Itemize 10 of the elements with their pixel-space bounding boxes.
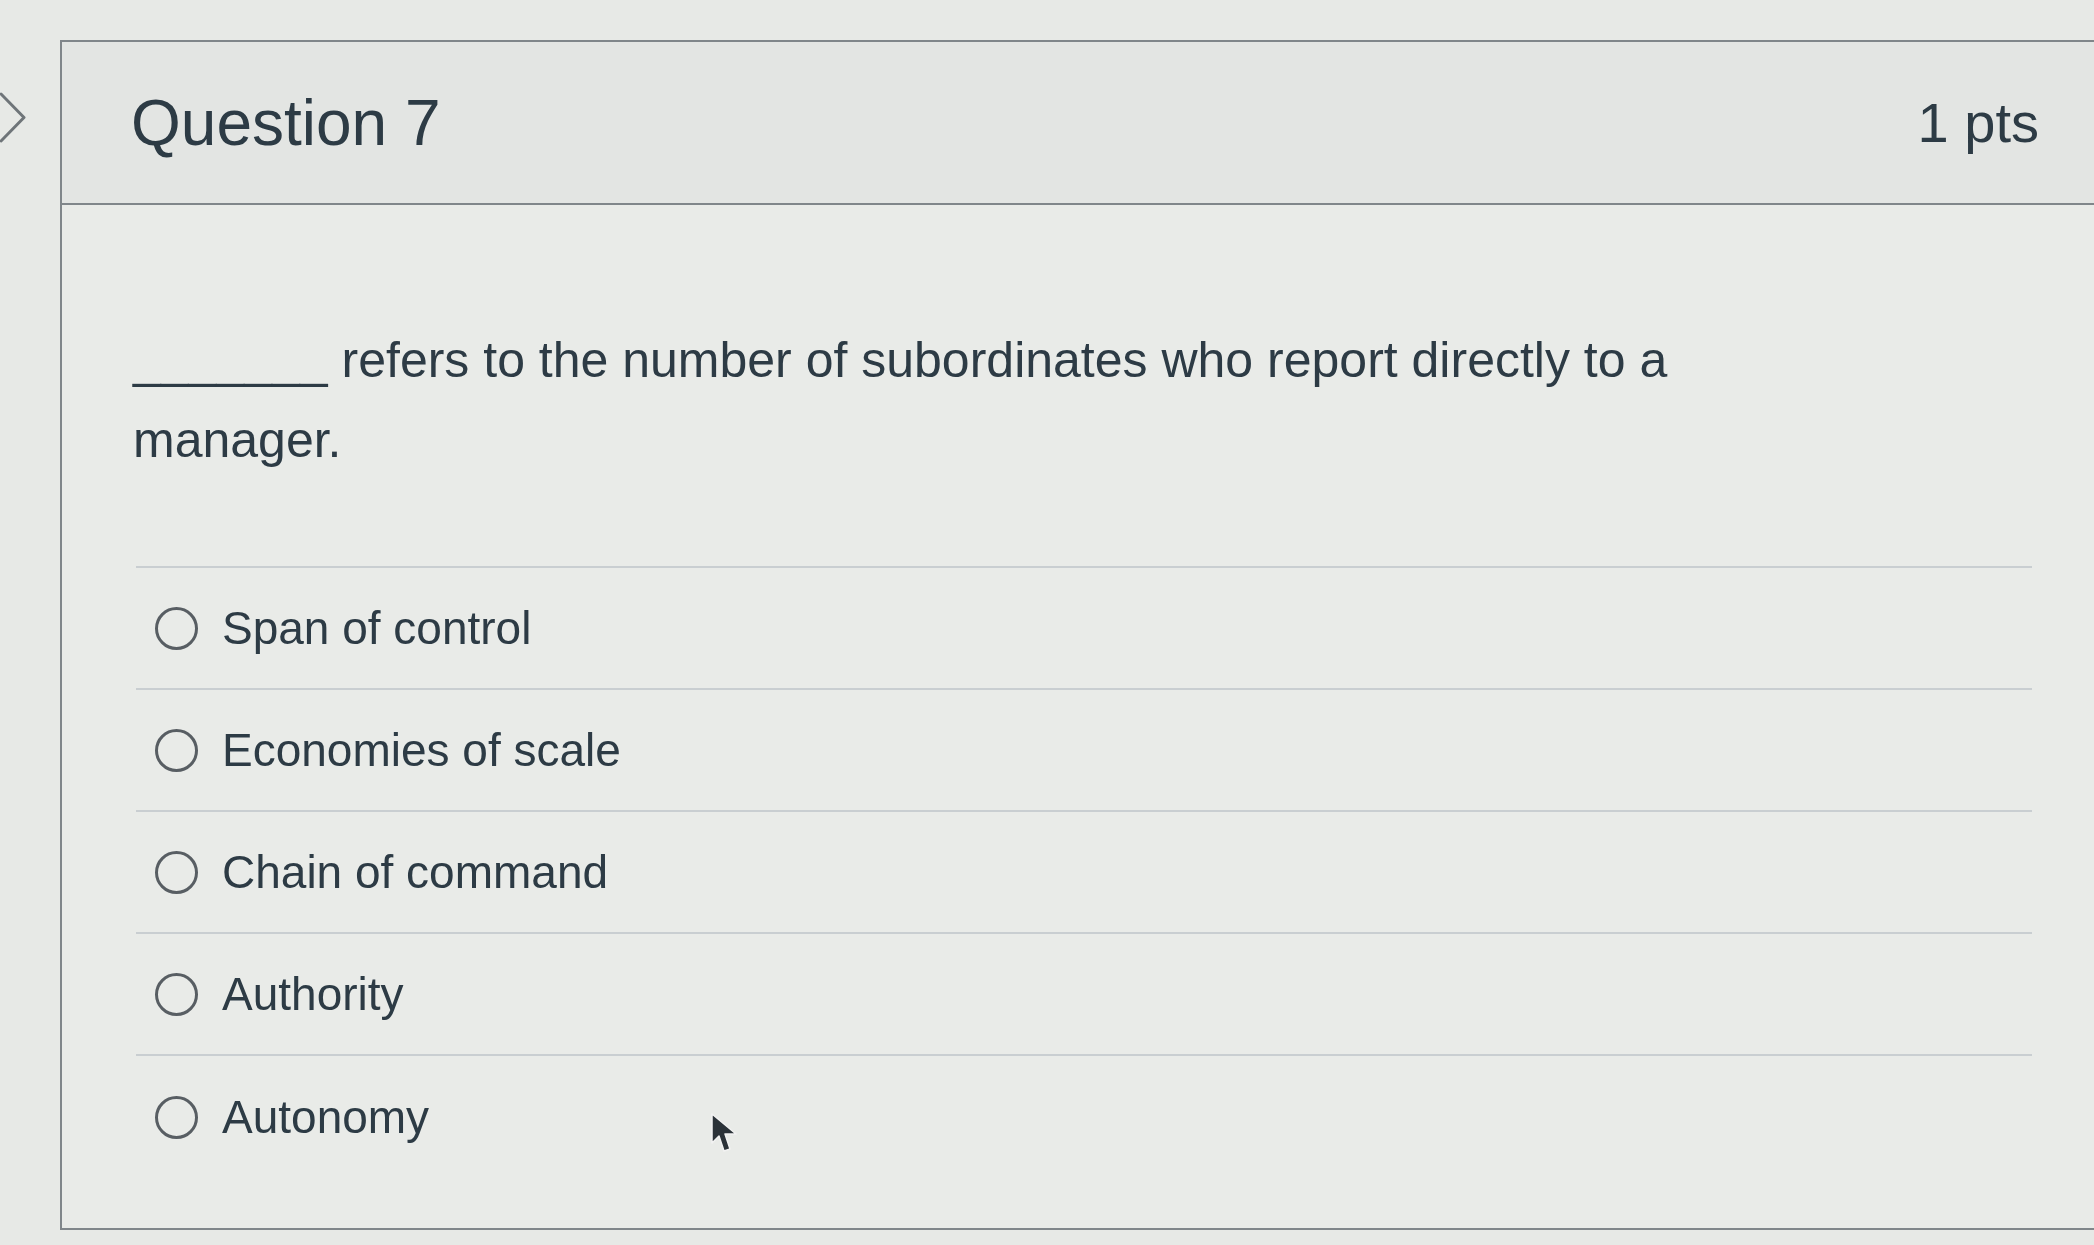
- answer-option[interactable]: Economies of scale: [155, 727, 621, 773]
- radio-button[interactable]: [155, 972, 198, 1016]
- radio-button[interactable]: [155, 728, 198, 772]
- radio-button[interactable]: [155, 1095, 198, 1139]
- mouse-pointer-icon: [711, 1113, 737, 1153]
- answer-option[interactable]: Chain of command: [155, 849, 609, 895]
- radio-button[interactable]: [155, 606, 198, 650]
- radio-button[interactable]: [155, 850, 198, 894]
- question-prompt: _______ refers to the number of subordinates who report directly to a manager.: [133, 331, 1669, 470]
- chevron-right-icon: [0, 91, 27, 144]
